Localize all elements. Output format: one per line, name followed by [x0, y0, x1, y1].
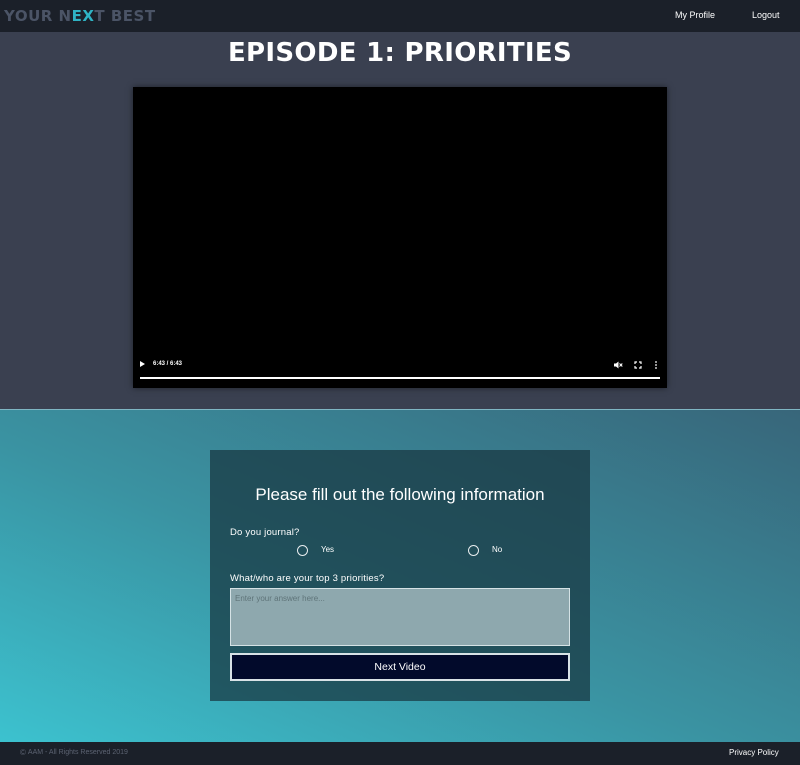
logo-text-a: YOUR N: [4, 7, 72, 25]
priorities-question-label: What/who are your top 3 priorities?: [230, 573, 385, 584]
more-options-icon[interactable]: [653, 360, 659, 370]
play-icon[interactable]: [140, 361, 145, 367]
video-time: 6:43 / 6:43: [153, 361, 183, 367]
journal-no-radio[interactable]: [468, 545, 479, 556]
priorities-answer-field[interactable]: [230, 588, 570, 646]
video-progress-bar[interactable]: [140, 377, 660, 379]
fullscreen-icon[interactable]: [633, 360, 643, 370]
logo-mark: EX: [71, 7, 95, 25]
journal-no-label[interactable]: No: [492, 545, 502, 554]
video-player[interactable]: 6:43 / 6:43: [133, 87, 667, 388]
copyright: © AAM - All Rights Reserved 2019: [20, 748, 128, 757]
logo[interactable]: YOUR N EX T BEST: [4, 7, 156, 25]
journal-yes-radio[interactable]: [297, 545, 308, 556]
journal-yes-label[interactable]: Yes: [321, 545, 334, 554]
top-nav: YOUR N EX T BEST My Profile Logout: [0, 0, 800, 32]
my-profile-link[interactable]: My Profile: [675, 10, 715, 20]
logo-text-b: T BEST: [94, 7, 156, 25]
form-heading: Please fill out the following informatio…: [255, 485, 545, 504]
page-title: EPISODE 1: PRIORITIES: [228, 38, 572, 68]
footer: © AAM - All Rights Reserved 2019 Privacy…: [0, 742, 800, 765]
copyright-text: AAM - All Rights Reserved 2019: [27, 749, 128, 756]
privacy-policy-link[interactable]: Privacy Policy: [729, 748, 779, 757]
logout-link[interactable]: Logout: [752, 10, 780, 20]
copyright-icon: ©: [20, 748, 26, 757]
mute-icon[interactable]: [613, 360, 623, 370]
next-video-button[interactable]: Next Video: [230, 653, 570, 681]
episode-form: Please fill out the following informatio…: [210, 450, 590, 701]
journal-question-label: Do you journal?: [230, 527, 300, 538]
